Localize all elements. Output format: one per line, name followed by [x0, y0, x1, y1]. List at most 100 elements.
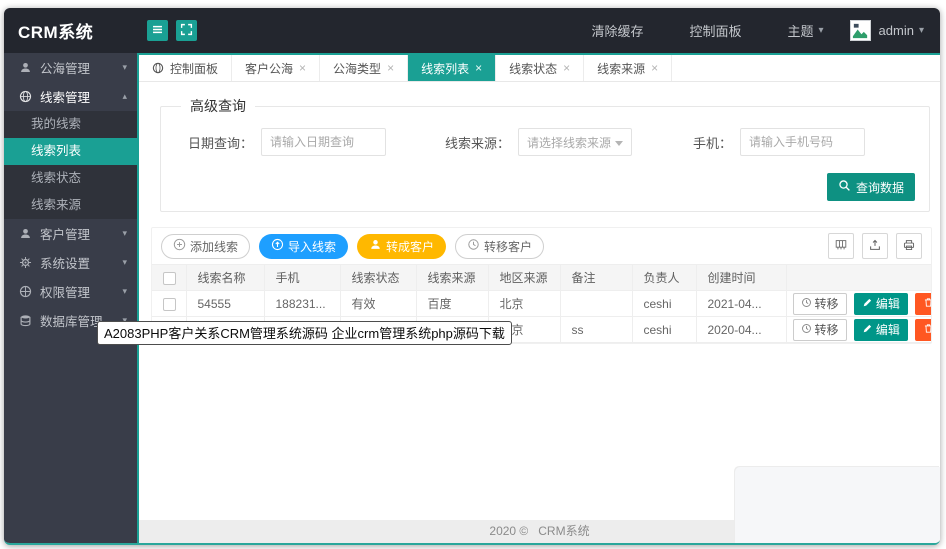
- tab-bar: 控制面板 客户公海 × 公海类型 × 线索列表 × 线索状态 × 线索来源 ×: [139, 55, 940, 82]
- col-header-lead-name: 线索名称: [185, 264, 265, 291]
- close-icon[interactable]: ×: [299, 62, 306, 74]
- trash-icon: [923, 323, 931, 337]
- phone-input[interactable]: [740, 128, 865, 156]
- row-edit-button[interactable]: 编辑: [853, 292, 908, 315]
- close-icon[interactable]: ×: [563, 62, 570, 74]
- chevron-down-icon: ▾: [818, 25, 824, 36]
- lead-source-label: 线索来源：: [444, 135, 510, 151]
- row-delete-button[interactable]: 删除: [915, 292, 931, 315]
- top-header: CRM系统 清除缓存 控制面板 主题 ▾ admin ▾: [4, 8, 940, 53]
- row-transfer-button[interactable]: 转移: [792, 318, 847, 341]
- col-header-phone: 手机: [263, 264, 341, 291]
- lead-source-select[interactable]: 请选择线索来源: [518, 128, 632, 156]
- avatar[interactable]: [849, 20, 871, 41]
- clock-icon: [467, 238, 480, 254]
- filter-columns-button[interactable]: [828, 233, 854, 259]
- sidebar-item-lead-source[interactable]: 线索来源: [4, 192, 137, 219]
- chevron-down-icon: ▾: [122, 286, 127, 296]
- leads-submenu: 我的线索 线索列表 线索状态 线索来源: [4, 111, 137, 219]
- transfer-customer-button[interactable]: 转移客户: [455, 233, 545, 259]
- export-icon: [868, 238, 882, 255]
- row-transfer-button[interactable]: 转移: [792, 292, 847, 315]
- row-edit-button[interactable]: 编辑: [853, 318, 908, 341]
- cell-created-at: 2020-04...: [695, 316, 787, 343]
- gear-icon: [19, 256, 32, 269]
- chevron-down-icon: ▾: [122, 228, 127, 238]
- chevron-down-icon: ▾: [122, 62, 127, 72]
- col-header-region-source: 地区来源: [487, 264, 561, 291]
- cell-remark: [559, 290, 633, 317]
- cell-created-at: 2021-04...: [695, 290, 787, 317]
- import-leads-button[interactable]: 导入线索: [259, 233, 349, 259]
- sidebar-item-leads[interactable]: 线索管理 ▴: [4, 82, 137, 111]
- cell-lead-status: 有效: [339, 290, 417, 317]
- clear-cache-link[interactable]: 清除缓存: [591, 21, 643, 40]
- header-nav: 清除缓存 控制面板 主题 ▾ admin ▾: [545, 20, 940, 41]
- sidebar-item-lead-list[interactable]: 线索列表: [4, 138, 137, 165]
- fullscreen-icon: [180, 23, 193, 39]
- row-delete-button[interactable]: 删除: [915, 318, 931, 341]
- user-icon: [19, 227, 32, 240]
- plus-circle-icon: [173, 238, 186, 254]
- phone-label: 手机：: [692, 135, 732, 151]
- sidebar-item-my-leads[interactable]: 我的线索: [4, 111, 137, 138]
- blank-popup-overlay: [735, 467, 940, 543]
- sidebar-item-settings[interactable]: 系统设置 ▾: [4, 248, 137, 277]
- cell-remark: ss: [559, 316, 633, 343]
- globe-icon: [19, 285, 32, 298]
- col-header-owner: 负责人: [631, 264, 697, 291]
- sidebar-item-customers[interactable]: 客户管理 ▾: [4, 219, 137, 248]
- cell-owner: ceshi: [631, 290, 697, 317]
- cell-region-source: 北京: [487, 290, 561, 317]
- collapse-sidebar-button[interactable]: [147, 20, 168, 41]
- tab-dashboard[interactable]: 控制面板: [139, 55, 233, 81]
- tab-lead-source[interactable]: 线索来源 ×: [584, 55, 673, 81]
- hamburger-icon: [151, 23, 164, 39]
- fullscreen-button[interactable]: [176, 20, 197, 41]
- sidebar-item-permissions[interactable]: 权限管理 ▾: [4, 277, 137, 306]
- theme-menu[interactable]: 主题 ▾: [788, 21, 824, 40]
- advanced-query-panel: 高级查询 日期查询： 线索来源： 请选择线索来源 手机： 查询数据: [160, 96, 930, 212]
- query-panel-title: 高级查询: [190, 98, 246, 114]
- convert-to-customer-button[interactable]: 转成客户: [357, 233, 447, 259]
- close-icon[interactable]: ×: [475, 62, 482, 74]
- table-toolbar: 添加线索 导入线索 转成客户 转移客户: [152, 228, 931, 264]
- col-header-lead-status: 线索状态: [339, 264, 417, 291]
- tab-lead-status[interactable]: 线索状态 ×: [496, 55, 585, 81]
- cell-lead-name: 54555: [185, 290, 265, 317]
- col-header-lead-source: 线索来源: [415, 264, 489, 291]
- tab-sea-type[interactable]: 公海类型 ×: [320, 55, 409, 81]
- user-menu[interactable]: admin ▾: [879, 23, 924, 38]
- search-data-button[interactable]: 查询数据: [826, 173, 915, 201]
- tab-customer-sea[interactable]: 客户公海 ×: [232, 55, 321, 81]
- globe-icon: [152, 62, 164, 74]
- print-button[interactable]: [896, 233, 922, 259]
- col-header-actions: [785, 264, 931, 291]
- sidebar-item-lead-status[interactable]: 线索状态: [4, 165, 137, 192]
- close-icon[interactable]: ×: [651, 62, 658, 74]
- row-checkbox[interactable]: [163, 297, 176, 311]
- tab-lead-list[interactable]: 线索列表 ×: [408, 55, 497, 81]
- sidebar: 公海管理 ▾ 线索管理 ▴ 我的线索 线索列表 线索状态 线索来源 客户管理 ▾…: [4, 53, 139, 543]
- user-icon: [369, 238, 382, 254]
- add-lead-button[interactable]: 添加线索: [161, 233, 251, 259]
- sidebar-item-public-sea[interactable]: 公海管理 ▾: [4, 53, 137, 82]
- dashboard-link[interactable]: 控制面板: [689, 21, 741, 40]
- clock-icon: [801, 323, 812, 337]
- search-icon: [838, 179, 851, 195]
- select-all-checkbox[interactable]: [163, 271, 176, 285]
- chevron-down-icon: ▾: [918, 25, 924, 36]
- app-window: CRM系统 清除缓存 控制面板 主题 ▾ admin ▾ 公海管理 ▾ 线索管理 ▴…: [4, 8, 940, 545]
- columns-icon: [834, 238, 848, 255]
- clock-icon: [801, 297, 812, 311]
- close-icon[interactable]: ×: [387, 62, 394, 74]
- trash-icon: [923, 297, 931, 311]
- page-tooltip: A2083PHP客户关系CRM管理系统源码 企业crm管理系统php源码下载: [97, 321, 512, 345]
- table-row: 54555 188231... 有效 百度 北京 ceshi 2021-04..…: [152, 290, 931, 317]
- col-header-remark: 备注: [559, 264, 633, 291]
- table-tools: [820, 233, 922, 259]
- database-icon: [19, 314, 32, 327]
- date-query-input[interactable]: [261, 128, 386, 156]
- chevron-down-icon: [615, 141, 623, 146]
- export-button[interactable]: [862, 233, 888, 259]
